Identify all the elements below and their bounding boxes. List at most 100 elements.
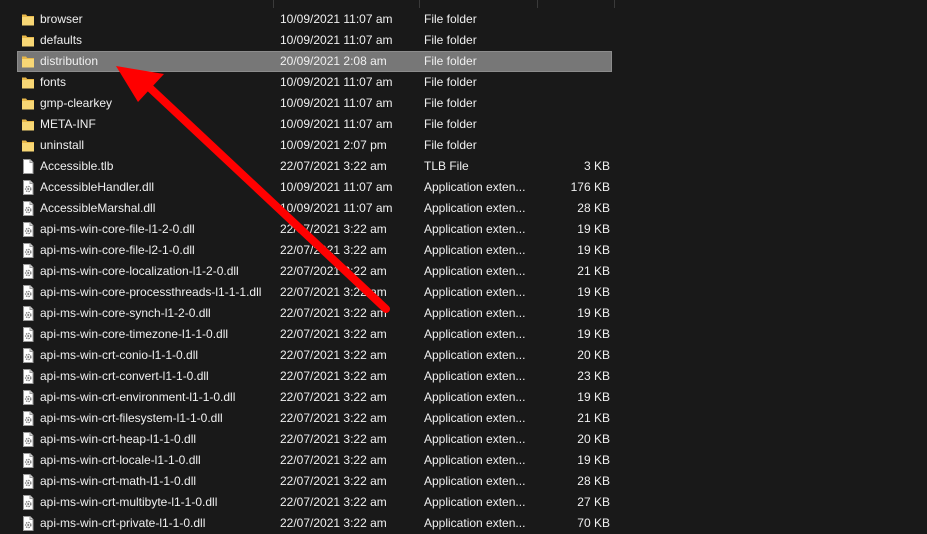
folder-icon <box>21 75 35 90</box>
file-name: distribution <box>40 54 99 68</box>
date-modified: 22/07/2021 3:22 am <box>280 285 387 299</box>
dll-file-icon <box>21 243 35 258</box>
file-size: 19 KB <box>577 327 610 341</box>
file-size: 19 KB <box>577 306 610 320</box>
file-row[interactable]: browser 10/09/2021 11:07 am File folder <box>0 9 927 30</box>
date-modified: 22/07/2021 3:22 am <box>280 474 387 488</box>
file-row[interactable]: META-INF 10/09/2021 11:07 am File folder <box>0 114 927 135</box>
date-modified: 10/09/2021 11:07 am <box>280 117 393 131</box>
file-name: fonts <box>40 75 67 89</box>
folder-icon <box>21 54 35 69</box>
date-modified: 22/07/2021 3:22 am <box>280 306 387 320</box>
file-size: 28 KB <box>577 474 610 488</box>
column-divider[interactable] <box>273 0 274 8</box>
file-name: api-ms-win-core-timezone-l1-1-0.dll <box>40 327 229 341</box>
date-modified: 10/09/2021 2:07 pm <box>280 138 387 152</box>
file-type: TLB File <box>424 159 469 173</box>
dll-file-icon <box>21 180 35 195</box>
date-modified: 22/07/2021 3:22 am <box>280 516 387 530</box>
file-row[interactable]: api-ms-win-crt-filesystem-l1-1-0.dll 22/0… <box>0 408 927 429</box>
file-type: Application exten... <box>424 222 526 236</box>
file-type: Application exten... <box>424 390 526 404</box>
file-row[interactable]: api-ms-win-core-timezone-l1-1-0.dll 22/07… <box>0 324 927 345</box>
file-size: 19 KB <box>577 243 610 257</box>
file-name: defaults <box>40 33 83 47</box>
file-name: api-ms-win-crt-math-l1-1-0.dll <box>40 474 197 488</box>
dll-file-icon <box>21 327 35 342</box>
file-type: Application exten... <box>424 411 526 425</box>
document-file-icon <box>21 159 35 174</box>
file-row[interactable]: gmp-clearkey 10/09/2021 11:07 am File fold… <box>0 93 927 114</box>
column-divider[interactable] <box>614 0 615 8</box>
dll-file-icon <box>21 516 35 531</box>
file-size: 28 KB <box>577 201 610 215</box>
file-name: api-ms-win-crt-locale-l1-1-0.dll <box>40 453 201 467</box>
file-row[interactable]: api-ms-win-crt-private-l1-1-0.dll 22/07/2… <box>0 513 927 534</box>
file-row[interactable]: AccessibleHandler.dll 10/09/2021 11:07 am… <box>0 177 927 198</box>
file-row[interactable]: api-ms-win-core-file-l1-2-0.dll 22/07/202… <box>0 219 927 240</box>
folder-icon <box>21 12 35 27</box>
file-size: 3 KB <box>583 159 610 173</box>
folder-icon <box>21 117 35 132</box>
dll-file-icon <box>21 411 35 426</box>
file-row[interactable]: api-ms-win-crt-environment-l1-1-0.dll 22/… <box>0 387 927 408</box>
dll-file-icon <box>21 222 35 237</box>
file-row[interactable]: api-ms-win-crt-conio-l1-1-0.dll 22/07/202… <box>0 345 927 366</box>
file-type: File folder <box>424 96 477 110</box>
file-row[interactable]: api-ms-win-core-localization-l1-2-0.dll 2… <box>0 261 927 282</box>
date-modified: 22/07/2021 3:22 am <box>280 159 387 173</box>
dll-file-icon <box>21 453 35 468</box>
date-modified: 10/09/2021 11:07 am <box>280 75 393 89</box>
file-type: Application exten... <box>424 306 526 320</box>
column-divider[interactable] <box>419 0 420 8</box>
file-size: 23 KB <box>577 369 610 383</box>
file-row[interactable]: api-ms-win-crt-convert-l1-1-0.dll 22/07/2… <box>0 366 927 387</box>
date-modified: 22/07/2021 3:22 am <box>280 369 387 383</box>
file-name: api-ms-win-crt-multibyte-l1-1-0.dll <box>40 495 218 509</box>
file-type: Application exten... <box>424 327 526 341</box>
file-type: Application exten... <box>424 264 526 278</box>
file-type: File folder <box>424 75 477 89</box>
file-size: 21 KB <box>577 411 610 425</box>
date-modified: 22/07/2021 3:22 am <box>280 432 387 446</box>
file-type: File folder <box>424 117 477 131</box>
file-name: api-ms-win-core-file-l2-1-0.dll <box>40 243 195 257</box>
file-row[interactable]: api-ms-win-crt-locale-l1-1-0.dll 22/07/20… <box>0 450 927 471</box>
file-row[interactable]: uninstall 10/09/2021 2:07 pm File folder <box>0 135 927 156</box>
date-modified: 22/07/2021 3:22 am <box>280 495 387 509</box>
date-modified: 10/09/2021 11:07 am <box>280 12 393 26</box>
file-type: Application exten... <box>424 285 526 299</box>
file-row[interactable]: distribution 20/09/2021 2:08 am File folde… <box>0 51 927 72</box>
folder-icon <box>21 33 35 48</box>
file-row[interactable]: api-ms-win-core-processthreads-l1-1-1.dl… <box>0 282 927 303</box>
column-divider[interactable] <box>537 0 538 8</box>
date-modified: 22/07/2021 3:22 am <box>280 222 387 236</box>
file-row[interactable]: api-ms-win-crt-heap-l1-1-0.dll 22/07/2021… <box>0 429 927 450</box>
file-row[interactable]: api-ms-win-core-file-l2-1-0.dll 22/07/202… <box>0 240 927 261</box>
file-name: api-ms-win-crt-heap-l1-1-0.dll <box>40 432 197 446</box>
file-row[interactable]: Accessible.tlb 22/07/2021 3:22 am TLB File… <box>0 156 927 177</box>
dll-file-icon <box>21 348 35 363</box>
file-type: File folder <box>424 12 477 26</box>
file-type: Application exten... <box>424 474 526 488</box>
file-row[interactable]: api-ms-win-crt-multibyte-l1-1-0.dll 22/07… <box>0 492 927 513</box>
file-size: 176 KB <box>570 180 610 194</box>
file-list: browser 10/09/2021 11:07 am File folder def… <box>0 9 927 534</box>
date-modified: 22/07/2021 3:22 am <box>280 264 387 278</box>
file-type: Application exten... <box>424 369 526 383</box>
file-name: AccessibleHandler.dll <box>40 180 155 194</box>
file-row[interactable]: api-ms-win-crt-math-l1-1-0.dll 22/07/2021… <box>0 471 927 492</box>
file-row[interactable]: api-ms-win-core-synch-l1-2-0.dll 22/07/20… <box>0 303 927 324</box>
date-modified: 22/07/2021 3:22 am <box>280 411 387 425</box>
file-size: 20 KB <box>577 348 610 362</box>
file-row[interactable]: AccessibleMarshal.dll 10/09/2021 11:07 am… <box>0 198 927 219</box>
file-size: 27 KB <box>577 495 610 509</box>
file-size: 19 KB <box>577 285 610 299</box>
file-name: api-ms-win-crt-environment-l1-1-0.dll <box>40 390 236 404</box>
dll-file-icon <box>21 474 35 489</box>
file-row[interactable]: defaults 10/09/2021 11:07 am File folder <box>0 30 927 51</box>
folder-icon <box>21 96 35 111</box>
file-type: Application exten... <box>424 432 526 446</box>
file-row[interactable]: fonts 10/09/2021 11:07 am File folder <box>0 72 927 93</box>
dll-file-icon <box>21 201 35 216</box>
